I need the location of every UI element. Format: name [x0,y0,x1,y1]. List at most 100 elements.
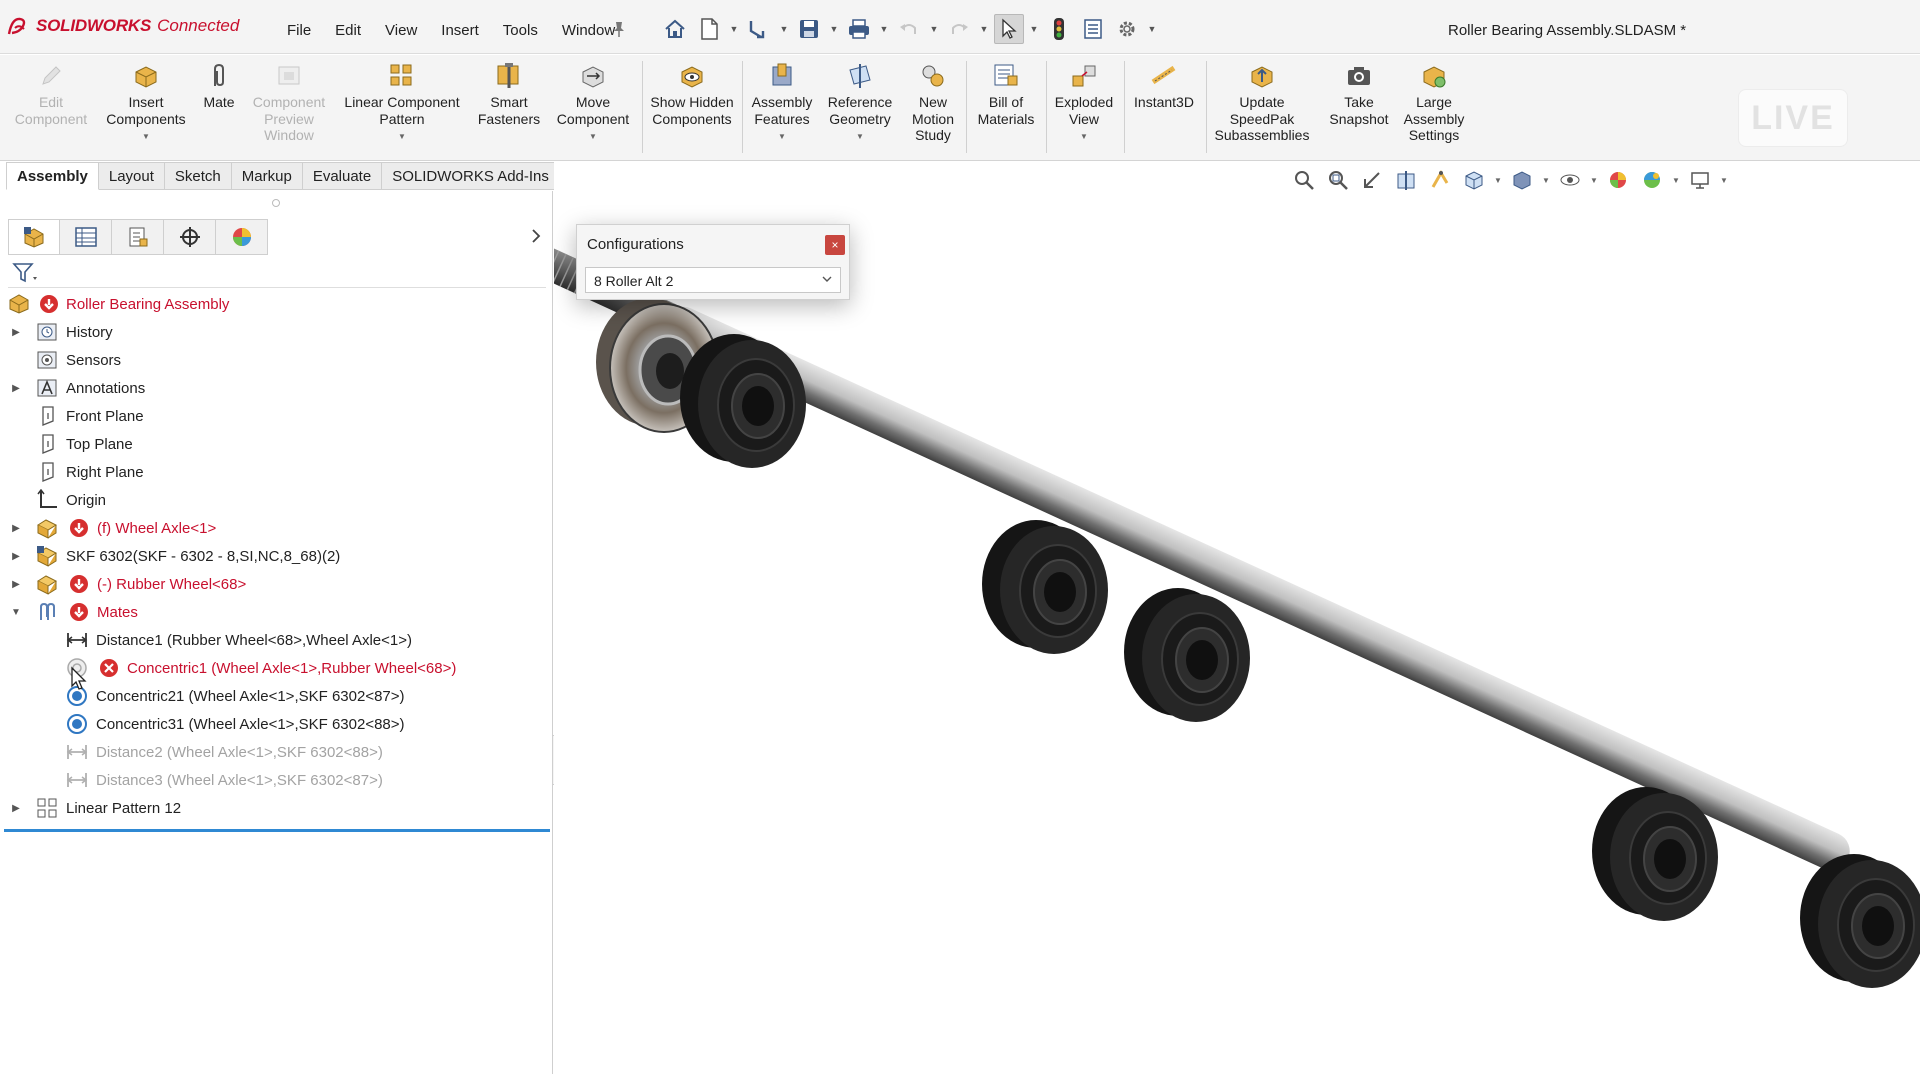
chevron-down-icon[interactable]: ▼ [928,14,940,44]
menu-tools[interactable]: Tools [491,22,550,39]
hide-show-items-icon[interactable] [1554,166,1586,194]
take-snapshot-button[interactable]: Take Snapshot [1320,61,1398,155]
tree-item-right-plane[interactable]: Right Plane [0,458,553,486]
edit-appearance-icon[interactable] [1602,166,1634,194]
chevron-down-icon[interactable]: ▼ [878,14,890,44]
save-icon[interactable] [794,14,824,44]
tree-item-skf-bearing[interactable]: ▶ SKF 6302(SKF - 6302 - 8,SI,NC,8_68)(2) [0,542,553,570]
chevron-down-icon[interactable]: ▼ [778,129,786,146]
tree-item-rubber-wheel[interactable]: ▶ (-) Rubber Wheel<68> [0,570,553,598]
chevron-down-icon[interactable]: ▼ [978,14,990,44]
tree-item-mate-concentric31[interactable]: Concentric31 (Wheel Axle<1>,SKF 6302<88>… [0,710,553,738]
zoom-to-area-icon[interactable] [1322,166,1354,194]
bill-of-materials-button[interactable]: Bill of Materials [970,61,1042,155]
options-gear-icon[interactable] [1112,14,1142,44]
view-orientation-icon[interactable] [1458,166,1490,194]
chevron-down-icon[interactable]: ▼ [1492,176,1504,185]
mate-button[interactable]: Mate [198,61,240,155]
previous-view-icon[interactable] [1356,166,1388,194]
chevron-down-icon[interactable]: ▼ [1146,14,1158,44]
tab-sketch[interactable]: Sketch [164,162,232,190]
menu-insert[interactable]: Insert [429,22,491,39]
chevron-right-icon[interactable] [528,226,544,246]
home-icon[interactable] [660,14,690,44]
expand-arrow-icon[interactable]: ▶ [10,550,22,562]
tab-assembly[interactable]: Assembly [6,162,99,190]
instant3d-button[interactable]: Instant3D [1128,61,1200,155]
chevron-down-icon[interactable]: ▼ [856,129,864,146]
tab-solidworks-add-ins[interactable]: SOLIDWORKS Add-Ins [382,162,560,190]
tree-end-bar[interactable] [4,829,550,832]
tree-item-mate-distance1[interactable]: Distance1 (Rubber Wheel<68>,Wheel Axle<1… [0,626,553,654]
open-document-icon[interactable] [744,14,774,44]
expand-arrow-icon[interactable]: ▶ [10,802,22,814]
tree-item-mate-distance2[interactable]: Distance2 (Wheel Axle<1>,SKF 6302<88>) [0,738,553,766]
menu-view[interactable]: View [373,22,429,39]
show-hidden-components-button[interactable]: Show Hidden Components [648,61,736,155]
undo-icon[interactable] [894,14,924,44]
display-style-icon[interactable] [1506,166,1538,194]
move-component-button[interactable]: Move Component ▼ [552,61,634,155]
property-manager-tab-icon[interactable] [60,219,112,255]
chevron-down-icon[interactable]: ▼ [728,14,740,44]
chevron-down-icon[interactable]: ▼ [1588,176,1600,185]
dimxpert-manager-tab-icon[interactable] [164,219,216,255]
chevron-down-icon[interactable]: ▼ [1080,129,1088,146]
menu-file[interactable]: File [275,22,323,39]
assembly-features-button[interactable]: Assembly Features ▼ [748,61,816,155]
collapse-arrow-icon[interactable]: ▼ [10,606,22,618]
tree-item-origin[interactable]: Origin [0,486,553,514]
reference-geometry-button[interactable]: Reference Geometry ▼ [822,61,898,155]
view-settings-icon[interactable] [1684,166,1716,194]
tree-item-top-plane[interactable]: Top Plane [0,430,553,458]
linear-component-pattern-button[interactable]: Linear Component Pattern ▼ [338,61,466,155]
chevron-down-icon[interactable]: ▼ [828,14,840,44]
tree-item-sensors[interactable]: Sensors [0,346,553,374]
select-arrow-icon[interactable] [994,14,1024,44]
panel-split-handle[interactable] [272,199,280,207]
tree-item-wheel-axle[interactable]: ▶ (f) Wheel Axle<1> [0,514,553,542]
tree-item-root-assembly[interactable]: Roller Bearing Assembly [0,290,553,318]
new-document-icon[interactable] [694,14,724,44]
chevron-down-icon[interactable] [820,272,834,286]
apply-scene-icon[interactable] [1636,166,1668,194]
close-button[interactable]: × [825,235,845,255]
tree-item-annotations[interactable]: ▶ Annotations [0,374,553,402]
tree-item-history[interactable]: ▶ History [0,318,553,346]
expand-arrow-icon[interactable]: ▶ [10,382,22,394]
menu-edit[interactable]: Edit [323,22,373,39]
rebuild-traffic-light-icon[interactable] [1044,14,1074,44]
pin-menu-icon[interactable] [610,20,628,38]
insert-components-button[interactable]: Insert Components ▼ [100,61,192,155]
file-properties-icon[interactable] [1078,14,1108,44]
component-preview-window-button[interactable]: Component Preview Window [246,61,332,155]
tree-item-front-plane[interactable]: Front Plane [0,402,553,430]
section-view-icon[interactable] [1390,166,1422,194]
smart-fasteners-button[interactable]: Smart Fasteners [474,61,544,155]
configuration-select[interactable]: 8 Roller Alt 2 [585,267,841,293]
chevron-down-icon[interactable]: ▼ [142,129,150,146]
tree-item-mate-distance3[interactable]: Distance3 (Wheel Axle<1>,SKF 6302<87>) [0,766,553,794]
expand-arrow-icon[interactable]: ▶ [10,578,22,590]
chevron-down-icon[interactable]: ▼ [1540,176,1552,185]
update-speedpak-button[interactable]: Update SpeedPak Subassemblies [1210,61,1314,155]
chevron-down-icon[interactable]: ▼ [778,14,790,44]
feature-manager-tab-icon[interactable] [8,219,60,255]
expand-arrow-icon[interactable]: ▶ [10,326,22,338]
zoom-to-fit-icon[interactable] [1288,166,1320,194]
redo-icon[interactable] [944,14,974,44]
expand-arrow-icon[interactable]: ▶ [10,522,22,534]
chevron-down-icon[interactable]: ▼ [589,129,597,146]
tab-evaluate[interactable]: Evaluate [302,162,383,190]
configuration-manager-tab-icon[interactable] [112,219,164,255]
tab-markup[interactable]: Markup [231,162,303,190]
tab-layout[interactable]: Layout [98,162,165,190]
chevron-down-icon[interactable]: ▼ [1670,176,1682,185]
chevron-down-icon[interactable]: ▼ [1718,176,1730,185]
chevron-down-icon[interactable]: ▼ [1028,14,1040,44]
tree-item-linear-pattern[interactable]: ▶ Linear Pattern 12 [0,794,553,822]
tree-item-mates[interactable]: ▼ Mates [0,598,553,626]
edit-component-button[interactable]: Edit Component [8,61,94,155]
chevron-down-icon[interactable]: ▼ [398,129,406,146]
exploded-view-button[interactable]: Exploded View ▼ [1050,61,1118,155]
